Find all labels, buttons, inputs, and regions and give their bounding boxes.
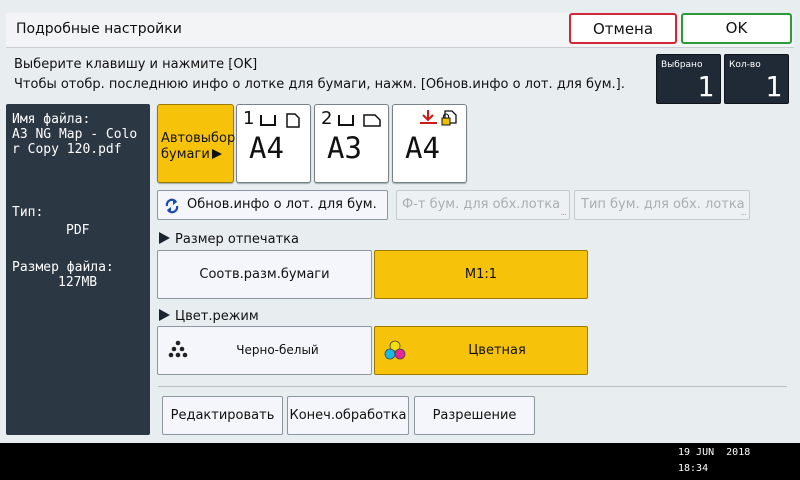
scale-1-1-label: M1:1 <box>464 267 498 282</box>
color-mode-section-title: Цвет.режим <box>159 309 259 324</box>
more-dots-icon: ... <box>560 208 567 218</box>
status-bar: 19 JUN 2018 18:34 <box>0 443 800 480</box>
tray-2-number: 2 <box>321 108 333 129</box>
instruction-line-1: Выберите клавишу и нажмите [OK] <box>14 57 258 72</box>
edit-label: Редактировать <box>170 408 275 423</box>
refresh-icon <box>165 198 179 214</box>
scale-1-1-button[interactable]: M1:1 <box>374 250 588 299</box>
ok-button[interactable]: OK <box>681 13 792 44</box>
file-size-value: 127MB <box>58 275 98 290</box>
selected-counter-value: 1 <box>697 70 714 103</box>
finishing-button[interactable]: Конеч.обработка <box>287 396 409 435</box>
paper-tray-1-tile[interactable]: 1 A4 <box>236 104 311 183</box>
file-name-line-1: A3 NG Map - Colo <box>12 127 138 142</box>
bypass-tray-tile[interactable]: A4 <box>392 104 467 183</box>
bypass-paper-format-button[interactable]: Ф-т бум. для обх.лотка ... <box>396 190 570 220</box>
status-time: 18:34 <box>678 463 709 474</box>
fit-to-paper-size-label: Соотв.разм.бумаги <box>199 267 330 282</box>
bypass-paper-format-label: Ф-т бум. для обх.лотка <box>402 197 561 212</box>
cancel-button[interactable]: Отмена <box>569 13 677 44</box>
auto-paper-label-1: Автовыбор <box>161 131 236 146</box>
tray-2-icon <box>338 114 381 127</box>
paper-tray-2-tile[interactable]: 2 A3 <box>314 104 389 183</box>
bypass-paper-type-label: Тип бум. для обх. лотка <box>581 197 745 212</box>
tray-2-size: A3 <box>327 131 362 165</box>
black-white-button[interactable]: Черно-белый <box>157 326 372 375</box>
file-size-label: Размер файла: <box>12 260 114 275</box>
bypass-tray-size: A4 <box>405 131 440 165</box>
finishing-label: Конеч.обработка <box>289 408 407 423</box>
resolution-label: Разрешение <box>432 408 517 423</box>
more-dots-icon: ... <box>740 208 747 218</box>
file-info-panel: Имя файла: A3 NG Map - Colo r Copy 120.p… <box>6 104 150 435</box>
color-circles-icon <box>384 340 406 360</box>
selected-counter: Выбрано 1 <box>656 54 721 104</box>
auto-paper-select-tile[interactable]: Автовыбор бумаги <box>157 104 236 183</box>
update-tray-info-label: Обнов.инфо о лот. для бум. <box>187 197 377 212</box>
tray-1-icon <box>260 113 300 128</box>
play-arrow-icon <box>211 149 222 159</box>
quantity-counter: Кол-во 1 <box>724 54 789 104</box>
resolution-button[interactable]: Разрешение <box>414 396 535 435</box>
auto-paper-label-2: бумаги <box>161 147 210 162</box>
section-arrow-icon <box>159 232 170 244</box>
black-white-label: Черно-белый <box>236 343 319 357</box>
edit-button[interactable]: Редактировать <box>162 396 283 435</box>
full-color-button[interactable]: Цветная <box>374 326 588 375</box>
tray-1-size: A4 <box>249 131 284 165</box>
black-white-dots-icon <box>168 340 188 358</box>
title-bar: Подробные настройки Отмена OK <box>6 13 794 48</box>
selected-counter-label: Выбрано <box>661 60 703 70</box>
print-size-section-label: Размер отпечатка <box>175 232 299 247</box>
file-name-label: Имя файла: <box>12 112 91 127</box>
quantity-counter-label: Кол-во <box>729 60 761 70</box>
instruction-line-2: Чтобы отобр. последнюю инфо о лотке для … <box>14 77 625 92</box>
print-size-section-title: Размер отпечатка <box>159 232 299 247</box>
detailed-settings-screen: Подробные настройки Отмена OK Выберите к… <box>0 0 800 443</box>
file-type-label: Тип: <box>12 205 44 220</box>
bypass-tray-icon <box>420 110 457 126</box>
divider-line <box>158 386 787 387</box>
section-arrow-icon <box>159 309 170 321</box>
color-mode-section-label: Цвет.режим <box>175 309 259 324</box>
update-tray-info-button[interactable]: Обнов.инфо о лот. для бум. <box>157 190 388 220</box>
bypass-paper-type-button[interactable]: Тип бум. для обх. лотка ... <box>574 190 750 220</box>
file-type-value: PDF <box>66 223 90 238</box>
page-title: Подробные настройки <box>16 21 182 37</box>
file-name-line-2: r Copy 120.pdf <box>12 142 122 157</box>
full-color-label: Цветная <box>468 343 526 358</box>
tray-1-number: 1 <box>243 108 255 129</box>
status-date: 19 JUN 2018 <box>678 447 751 458</box>
fit-to-paper-size-button[interactable]: Соотв.разм.бумаги <box>157 250 372 299</box>
quantity-counter-value: 1 <box>765 70 782 103</box>
